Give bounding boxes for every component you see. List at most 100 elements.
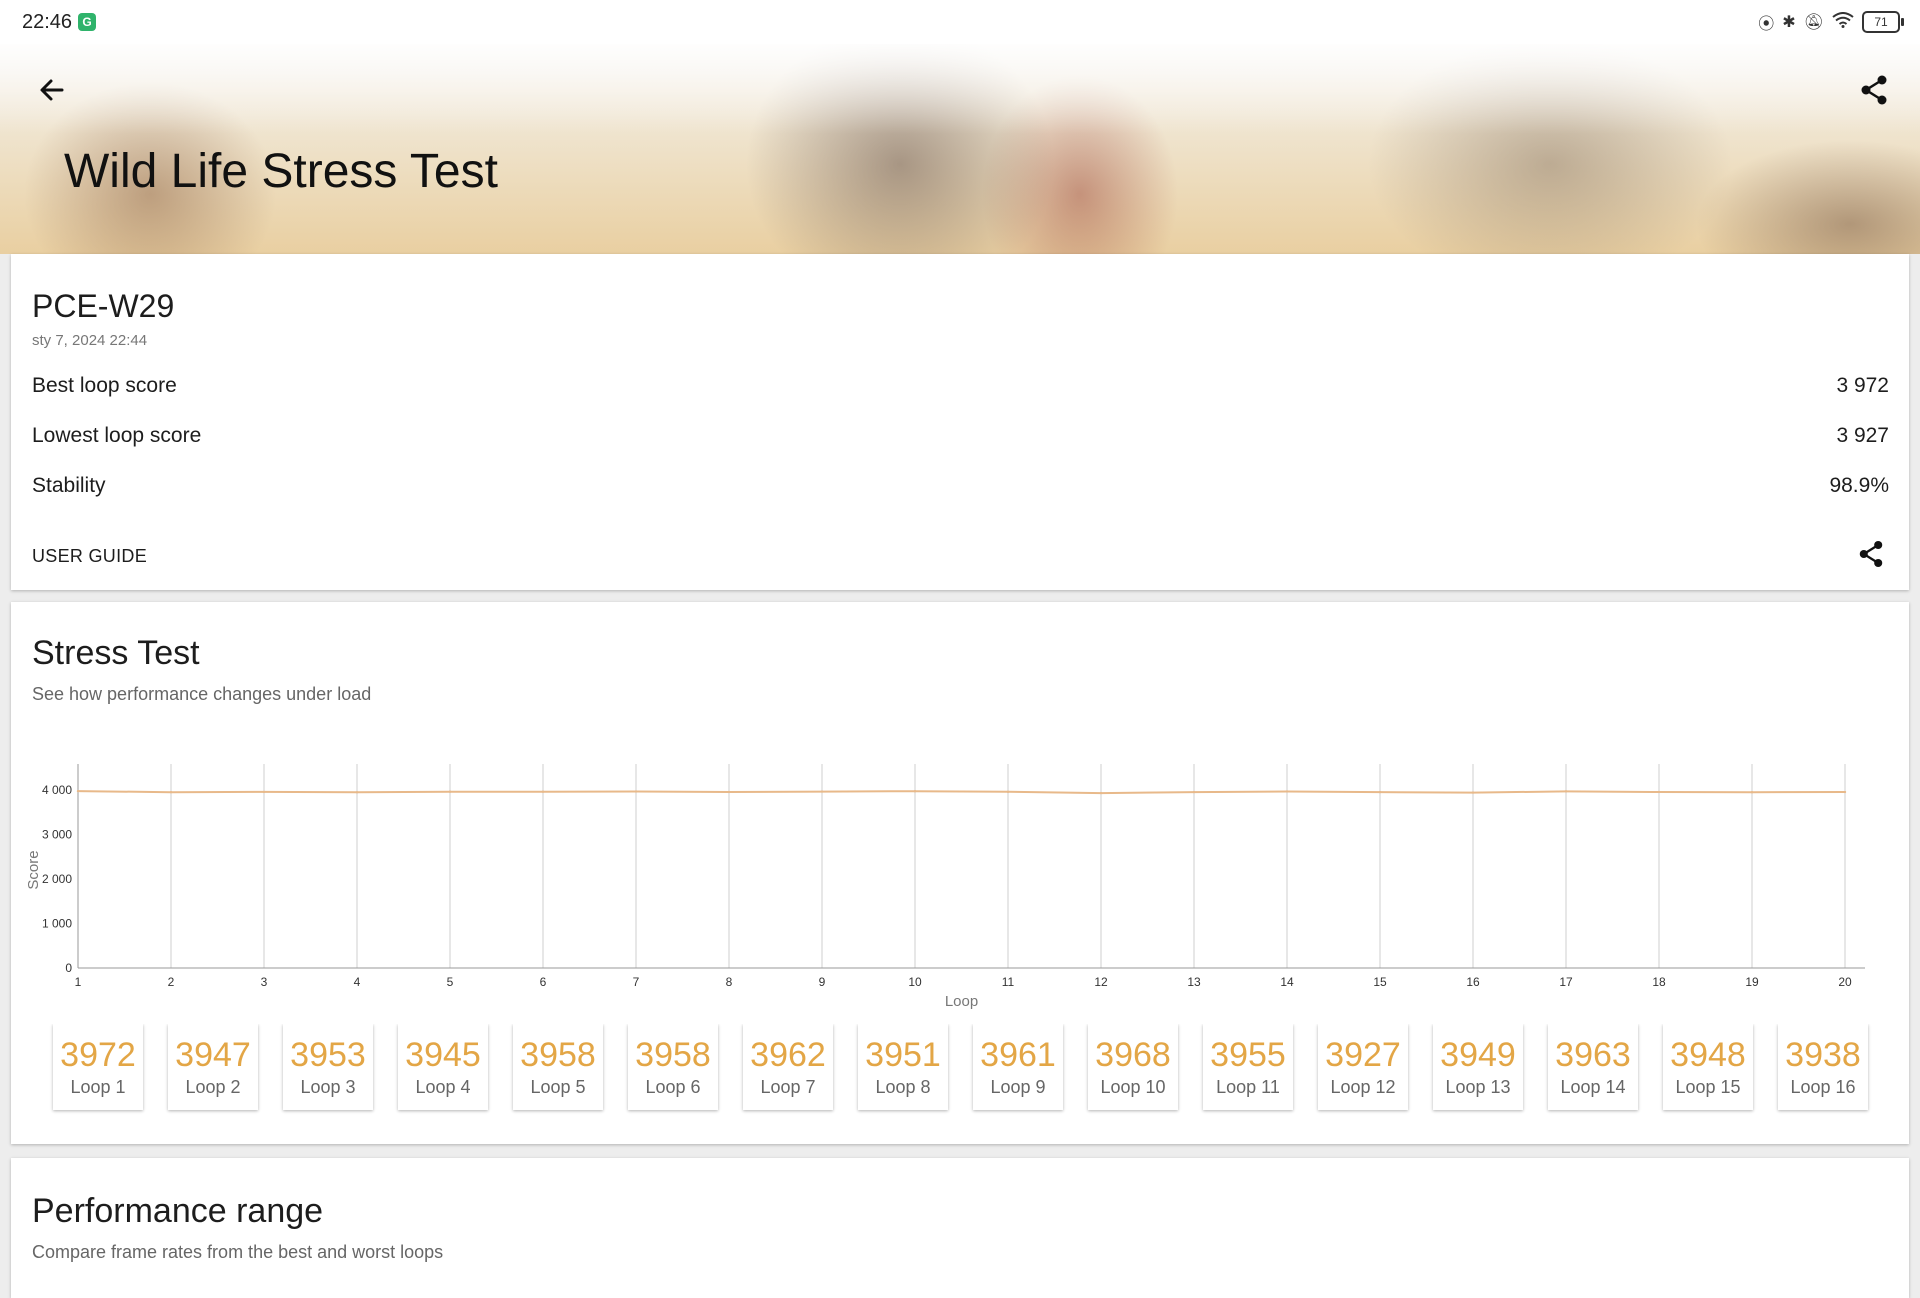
- best-loop-row: Best loop score 3 972: [32, 366, 1889, 406]
- loop-tile[interactable]: 3958 Loop 6: [628, 1024, 718, 1110]
- loop-tile[interactable]: 3961 Loop 9: [973, 1024, 1063, 1110]
- x-tick-label: 18: [1652, 975, 1666, 989]
- loop-tile[interactable]: 3968 Loop 10: [1088, 1024, 1178, 1110]
- share-button[interactable]: [1854, 70, 1894, 110]
- data-point: [262, 790, 266, 794]
- stress-test-title: Stress Test: [32, 634, 200, 672]
- stress-test-card: Stress Test See how performance changes …: [11, 602, 1909, 1144]
- loop-label: Loop 12: [1330, 1077, 1396, 1097]
- x-tick-label: 14: [1280, 975, 1294, 989]
- arrow-left-icon: [40, 79, 64, 101]
- lowest-loop-value: 3 927: [1836, 424, 1889, 447]
- loop-score: 3947: [175, 1036, 251, 1074]
- loop-label: Loop 5: [530, 1077, 586, 1097]
- loop-tile[interactable]: 3948 Loop 15: [1663, 1024, 1753, 1110]
- lowest-loop-row: Lowest loop score 3 927: [32, 416, 1889, 456]
- device-name: PCE-W29: [32, 288, 175, 324]
- loop-label: Loop 10: [1100, 1077, 1166, 1097]
- loop-tile[interactable]: 3938 Loop 16: [1778, 1024, 1868, 1110]
- data-point: [448, 790, 452, 793]
- loop-tile[interactable]: 3963 Loop 14: [1548, 1024, 1638, 1110]
- data-point: [76, 789, 80, 793]
- loop-score-strip[interactable]: 3972 Loop 1 3947 Loop 2 3953 Loop 3 3945 Loop 4…: [42, 1024, 1902, 1116]
- best-loop-label: Best loop score: [32, 374, 177, 397]
- x-tick-label: 4: [354, 975, 361, 989]
- x-tick-label: 9: [819, 975, 826, 989]
- performance-range-subtitle: Compare frame rates from the best and wo…: [32, 1242, 444, 1262]
- lowest-loop-label: Lowest loop score: [32, 424, 202, 447]
- loop-score: 3958: [520, 1036, 596, 1074]
- x-tick-label: 1: [75, 975, 82, 989]
- loop-tile[interactable]: 3955 Loop 11: [1203, 1024, 1293, 1110]
- back-button[interactable]: [32, 70, 72, 110]
- best-loop-value: 3 972: [1836, 374, 1889, 397]
- loop-score: 3951: [865, 1036, 941, 1074]
- app-notification-icon: G: [78, 13, 96, 31]
- battery-icon: 71: [1862, 11, 1904, 33]
- x-tick-label: 17: [1559, 975, 1573, 989]
- data-point: [1285, 790, 1289, 793]
- x-tick-label: 8: [726, 975, 733, 989]
- loop-score: 3972: [60, 1036, 136, 1074]
- loop-tile[interactable]: 3958 Loop 5: [513, 1024, 603, 1110]
- loop-label: Loop 15: [1675, 1077, 1741, 1097]
- loop-score: 3948: [1670, 1036, 1746, 1074]
- data-point: [541, 790, 545, 793]
- x-axis-ticks: 1 2 3 4 5 6 7 8 9 10 11 12 13 14 15 16 17 18 19 20: [75, 975, 1852, 989]
- test-date: sty 7, 2024 22:44: [32, 332, 148, 349]
- data-point: [727, 790, 731, 794]
- loop-score: 3927: [1325, 1036, 1401, 1074]
- loop-score: 3953: [290, 1036, 366, 1074]
- loop-label: Loop 3: [300, 1077, 356, 1097]
- status-bar: 22:46 G ⦿ ✱ 🔕︎ 71: [0, 0, 1920, 44]
- performance-range-card: Performance range Compare frame rates fr…: [11, 1158, 1909, 1298]
- loop-tile[interactable]: 3945 Loop 4: [398, 1024, 488, 1110]
- data-point: [1006, 790, 1010, 794]
- loop-label: Loop 6: [645, 1077, 701, 1097]
- bluetooth-icon: ✱: [1782, 14, 1796, 31]
- share-result-button[interactable]: [1853, 536, 1889, 572]
- loop-score: 3945: [405, 1036, 481, 1074]
- data-point: [1564, 790, 1568, 793]
- status-icons: ⦿ ✱ 🔕︎ 71: [1758, 10, 1904, 34]
- share-icon: [1859, 540, 1883, 568]
- x-tick-label: 15: [1373, 975, 1387, 989]
- loop-score: 3962: [750, 1036, 826, 1074]
- loop-tile[interactable]: 3962 Loop 7: [743, 1024, 833, 1110]
- x-tick-label: 16: [1466, 975, 1480, 989]
- x-tick-label: 19: [1745, 975, 1759, 989]
- data-point: [1192, 790, 1196, 794]
- series-line: [77, 790, 1846, 795]
- x-tick-label: 7: [633, 975, 640, 989]
- x-tick-label: 10: [908, 975, 922, 989]
- loop-score: 3961: [980, 1036, 1056, 1074]
- data-point: [1471, 791, 1475, 794]
- data-point: [355, 791, 359, 794]
- nfc-icon: ⦿: [1758, 16, 1775, 33]
- summary-card: PCE-W29 sty 7, 2024 22:44 Best loop scor…: [11, 254, 1909, 590]
- data-point: [1657, 790, 1661, 794]
- y-tick-label: 0: [65, 961, 72, 975]
- loop-tile[interactable]: 3953 Loop 3: [283, 1024, 373, 1110]
- performance-range-title: Performance range: [32, 1192, 324, 1230]
- loop-label: Loop 13: [1445, 1077, 1511, 1097]
- loop-score: 3958: [635, 1036, 711, 1074]
- user-guide-link[interactable]: USER GUIDE: [32, 546, 147, 567]
- loop-tile[interactable]: 3972 Loop 1: [53, 1024, 143, 1110]
- loop-tile[interactable]: 3947 Loop 2: [168, 1024, 258, 1110]
- loop-label: Loop 2: [185, 1077, 241, 1097]
- x-tick-label: 3: [261, 975, 268, 989]
- loop-tile[interactable]: 3951 Loop 8: [858, 1024, 948, 1110]
- stability-label: Stability: [32, 474, 106, 497]
- data-point: [1750, 791, 1754, 794]
- loop-tile[interactable]: 3949 Loop 13: [1433, 1024, 1523, 1110]
- x-tick-label: 2: [168, 975, 175, 989]
- data-point: [820, 790, 824, 793]
- y-tick-label: 2 000: [42, 872, 72, 886]
- x-tick-label: 13: [1187, 975, 1201, 989]
- data-point: [913, 790, 917, 793]
- x-tick-label: 20: [1838, 975, 1852, 989]
- x-tick-label: 6: [540, 975, 547, 989]
- loop-tile[interactable]: 3927 Loop 12: [1318, 1024, 1408, 1110]
- loop-label: Loop 9: [990, 1077, 1046, 1097]
